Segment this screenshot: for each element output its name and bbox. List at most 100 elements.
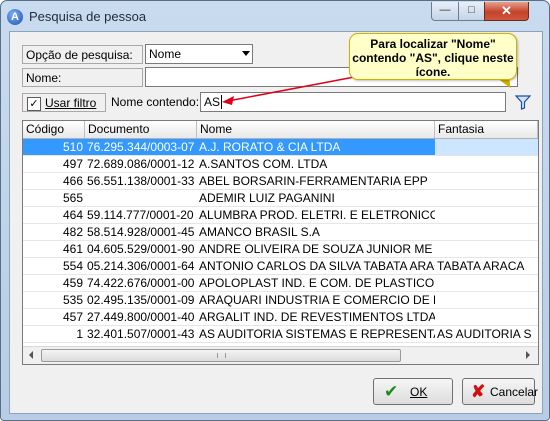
cell-name: ARGALIT IND. DE REVESTIMENTOS LTDA [199,310,435,324]
table-row[interactable]: 482 58.514.928/0001-45 AMANCO BRASIL S.A [23,224,538,241]
table-row[interactable]: 565 ADEMIR LUIZ PAGANINI [23,190,538,207]
cell-document: 59.114.777/0001-20 [87,208,194,222]
cell-code: 459 [62,276,83,290]
cell-code: 466 [62,174,83,188]
filter-icon[interactable] [515,94,531,110]
grid-header: Código Documento Nome Fantasia [23,121,538,139]
cell-code: 457 [62,310,83,324]
title-bar[interactable]: A Pesquisa de pessoa — □ ✕ [1,1,549,31]
cell-name: A.SANTOS COM. LTDA [199,157,328,171]
cell-document: 04.605.529/0001-90 [87,242,195,256]
table-row[interactable]: 1 32.401.507/0001-43 AS AUDITORIA SISTEMAS… [23,326,538,343]
scroll-right-icon[interactable] [526,351,530,359]
scroll-left-icon[interactable] [29,351,33,359]
cell-name: APOLOPLAST IND. E COM. DE PLASTICO LTDA [199,276,435,290]
name-label: Nome: [22,68,143,87]
cancel-label: Cancelar [490,385,539,399]
cell-document: 27.449.800/0001-40 [87,310,195,324]
cell-code: 565 [62,191,83,205]
cell-code: 461 [62,242,83,256]
search-option-select[interactable]: Nome [145,44,253,64]
cell-name: A.J. RORATO & CIA LTDA [197,139,435,155]
cell-document: 32.401.507/0001-43 [87,327,195,341]
table-row[interactable]: 535 02.495.135/0001-09 ARAQUARI INDUSTRIA … [23,292,538,309]
cell-name: ANTONIO CARLOS DA SILVA TABATA ARACAT [199,259,435,273]
table-row[interactable]: 554 05.214.306/0001-64 ANTONIO CARLOS DA S… [23,258,538,275]
cell-fantasia [435,190,538,206]
checkbox-checked-icon[interactable]: ✓ [27,97,41,111]
cell-fantasia: AS AUDITORIA S [437,327,532,341]
cell-fantasia [435,292,538,308]
hint-tooltip: Para localizar "Nome" contendo "AS", cli… [349,33,517,80]
cancel-x-icon: ✘ [471,382,486,401]
use-filter-label: Usar filtro [45,96,97,110]
cell-document: 76.295.344/0003-07 [85,139,197,155]
maximize-button[interactable]: □ [458,2,485,21]
results-grid[interactable]: Código Documento Nome Fantasia 510 76.295… [22,120,539,365]
cell-fantasia [435,207,538,223]
column-header-fantasia[interactable]: Fantasia [435,121,538,138]
cell-name: ARAQUARI INDUSTRIA E COMERCIO DE FIBRA [199,293,435,307]
search-option-label: Opção de pesquisa: [22,45,143,64]
cell-name: ALUMBRA PROD. ELETRI. E ELETRONICOS LT [199,208,435,222]
scroll-thumb[interactable] [41,349,401,362]
cell-document: 58.514.928/0001-45 [87,225,195,239]
use-filter-checkbox[interactable]: ✓ Usar filtro [22,93,106,112]
column-header-document[interactable]: Documento [85,121,197,138]
cell-code: 464 [62,208,83,222]
table-row[interactable]: 459 74.422.676/0001-00 APOLOPLAST IND. E C… [23,275,538,292]
cell-fantasia: TABATA ARACA [437,259,525,273]
name-contains-label: Nome contendo: [111,95,200,109]
ok-button[interactable]: ✔ OK [373,378,453,405]
cell-fantasia [435,241,538,257]
scroll-grip-icon [217,353,226,358]
cell-document: 02.495.135/0001-09 [87,293,195,307]
cell-fantasia [435,309,538,325]
column-header-code[interactable]: Código [23,121,85,138]
cell-fantasia [435,156,538,172]
cell-document: 74.422.676/0001-00 [87,276,195,290]
horizontal-scrollbar[interactable] [23,346,538,364]
table-row[interactable]: 464 59.114.777/0001-20 ALUMBRA PROD. ELETR… [23,207,538,224]
chevron-down-icon[interactable] [242,51,250,56]
cell-code: 482 [62,225,83,239]
cell-fantasia [435,224,538,240]
cell-code: 1 [76,327,83,341]
table-row[interactable]: 510 76.295.344/0003-07 A.J. RORATO & CIA L… [23,139,538,156]
cell-fantasia [435,275,538,291]
cell-name: ADEMIR LUIZ PAGANINI [199,191,335,205]
minimize-button[interactable]: — [431,2,459,21]
cell-fantasia [435,139,538,155]
dialog-window: A Pesquisa de pessoa — □ ✕ Opção de pesq… [0,0,550,421]
search-option-value: Nome [149,47,182,61]
window-title: Pesquisa de pessoa [29,9,147,24]
cell-fantasia [435,173,538,189]
cell-document: 56.551.138/0001-33 [87,174,195,188]
cell-code: 535 [62,293,83,307]
cell-code: 497 [62,157,83,171]
cell-code: 510 [23,139,85,155]
cell-name: ABEL BORSARIN-FERRAMENTARIA EPP [199,174,428,188]
name-contains-value: AS [204,95,221,109]
cancel-button[interactable]: ✘ Cancelar [462,378,539,405]
close-icon: ✕ [501,3,512,18]
column-header-name[interactable]: Nome [197,121,435,138]
checkmark-icon: ✔ [384,382,399,401]
close-button[interactable]: ✕ [484,2,529,21]
name-contains-input[interactable]: AS [200,92,506,112]
cell-name: AMANCO BRASIL S.A [199,225,320,239]
cell-document [85,190,197,206]
cell-name: ANDRE OLIVEIRA DE SOUZA JUNIOR ME [199,242,433,256]
maximize-icon: □ [468,4,475,16]
dialog-client-area: Opção de pesquisa: Nome Nome: ✓ Usar fil… [9,31,543,414]
ok-label: OK [410,385,428,399]
app-icon: A [7,9,23,25]
cell-name: AS AUDITORIA SISTEMAS E REPRESENTAÇÕ [199,327,435,341]
table-row[interactable]: 466 56.551.138/0001-33 ABEL BORSARIN-FERRA… [23,173,538,190]
cell-document: 05.214.306/0001-64 [87,259,195,273]
cell-code: 554 [62,259,83,273]
table-row[interactable]: 497 72.689.086/0001-12 A.SANTOS COM. LTDA [23,156,538,173]
minimize-icon: — [439,4,451,16]
table-row[interactable]: 457 27.449.800/0001-40 ARGALIT IND. DE REV… [23,309,538,326]
table-row[interactable]: 461 04.605.529/0001-90 ANDRE OLIVEIRA DE S… [23,241,538,258]
